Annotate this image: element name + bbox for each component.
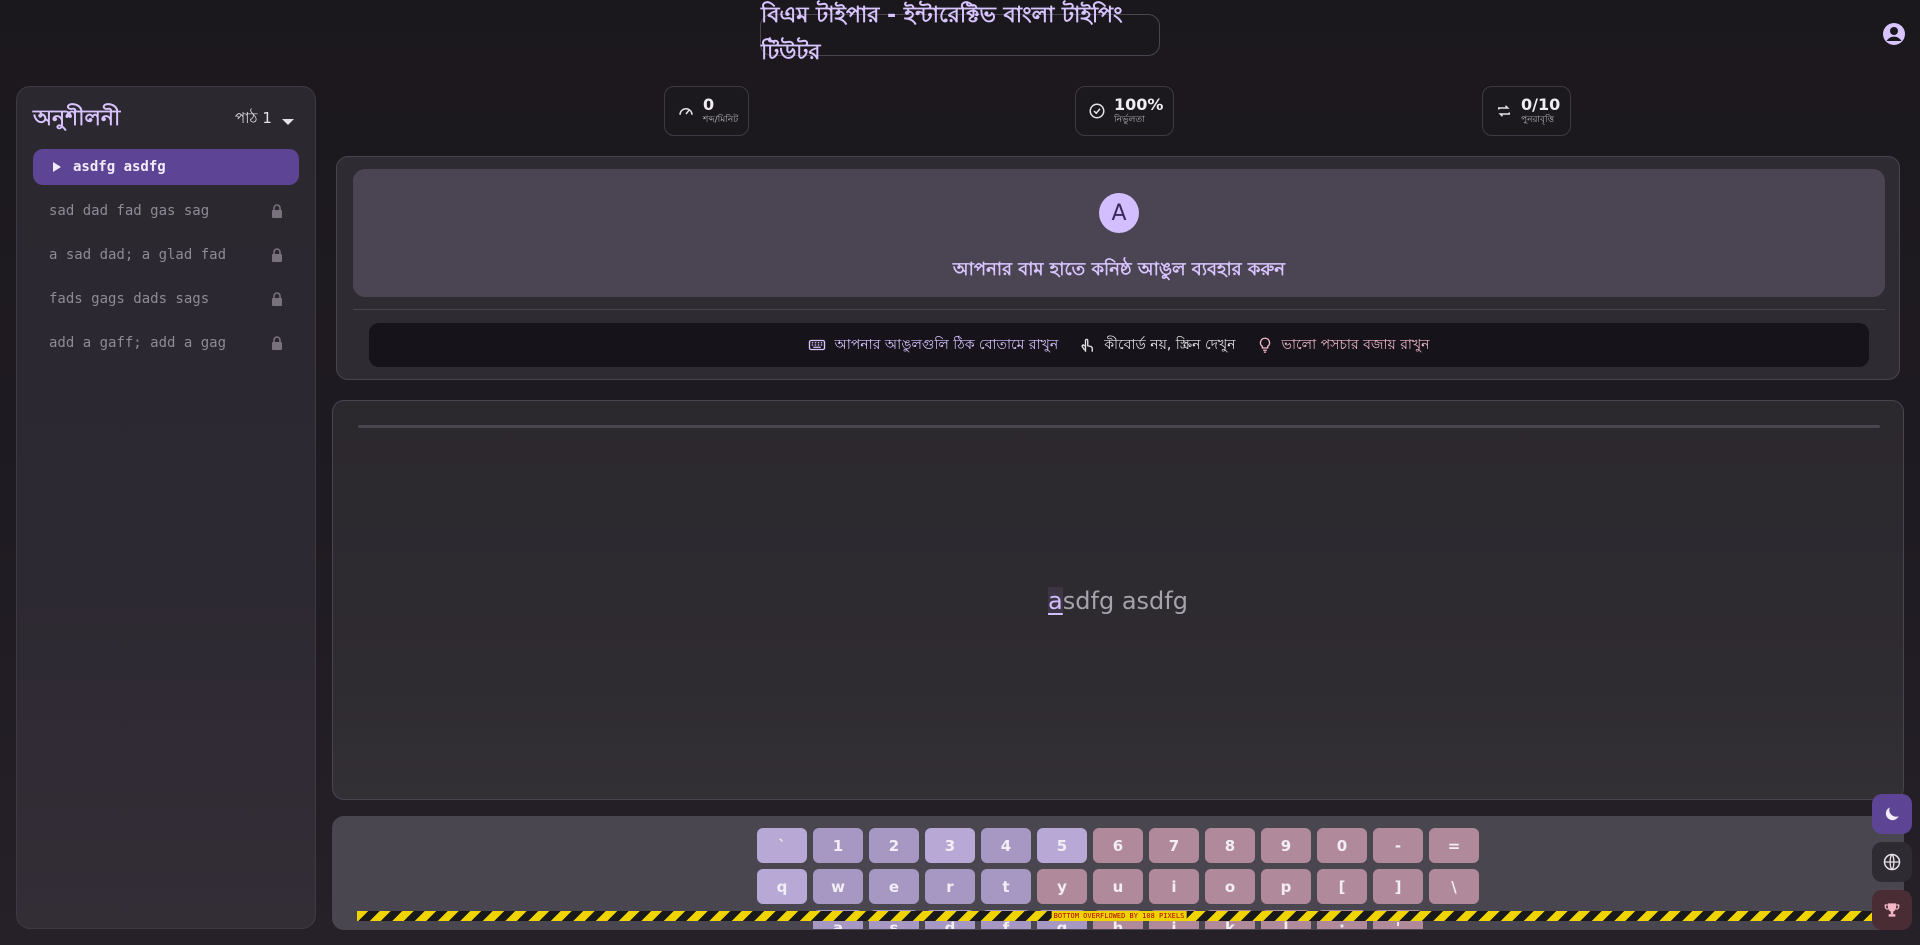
key[interactable]: 9	[1261, 828, 1311, 863]
achievements-button[interactable]	[1872, 890, 1912, 930]
key[interactable]: 7	[1149, 828, 1199, 863]
key[interactable]: =	[1429, 828, 1479, 863]
typing-area[interactable]: asdfg asdfg	[332, 400, 1904, 800]
key[interactable]: y	[1037, 869, 1087, 904]
key[interactable]: \	[1429, 869, 1479, 904]
speed-caption: শব্দ/মিনিট	[703, 115, 739, 125]
tip-item: ভালো পসচার বজায় রাখুন	[1256, 333, 1430, 357]
overflow-warning-text: BOTTOM OVERFLOWED BY 108 PIXELS	[1051, 911, 1187, 921]
tip-text: আপনার আঙুলগুলি ঠিক বোতামে রাখুন	[834, 337, 1059, 353]
key[interactable]: o	[1205, 869, 1255, 904]
sidebar-title: অনুশীলনী	[33, 106, 121, 131]
chevron-down-icon	[281, 118, 294, 125]
repeat-icon	[1498, 105, 1510, 117]
virtual-keyboard: ` 1 2 3 4 5 6 7 8 9 0- = q w e r t y u i o p[] \ a s d f g h j k l; ' …	[332, 816, 1904, 930]
key[interactable]: `	[757, 828, 807, 863]
exercise-label: a sad dad; a glad fad	[49, 247, 227, 263]
lightbulb-icon	[1259, 337, 1270, 353]
exercise-list: asdfg asdfg sad dad fad gas sag a sad da…	[33, 149, 299, 369]
lock-icon	[272, 336, 282, 350]
lesson-dropdown[interactable]: পাঠ 1	[235, 107, 294, 132]
key[interactable]: 4	[981, 828, 1031, 863]
touch-icon	[1081, 338, 1094, 352]
language-button[interactable]	[1872, 842, 1912, 882]
lock-icon	[272, 204, 282, 218]
overflow-warning-banner: BOTTOM OVERFLOWED BY 108 PIXELS	[357, 911, 1881, 921]
key[interactable]: 2	[869, 828, 919, 863]
key[interactable]: 1	[813, 828, 863, 863]
keyboard-icon	[809, 339, 826, 351]
play-icon	[53, 162, 61, 172]
key[interactable]: 6	[1093, 828, 1143, 863]
speed-stat: 0 শব্দ/মিনিট	[664, 86, 750, 136]
key[interactable]: r	[925, 869, 975, 904]
key[interactable]: 5	[1037, 828, 1087, 863]
tip-item: আপনার আঙুলগুলি ঠিক বোতামে রাখুন	[808, 333, 1058, 357]
key[interactable]: w	[813, 869, 863, 904]
typing-progress-bar	[358, 425, 1880, 428]
key[interactable]: ]	[1373, 869, 1423, 904]
exercise-item[interactable]: add a gaff; add a gag	[33, 325, 299, 361]
account-icon[interactable]	[1882, 22, 1906, 46]
exercise-label: add a gaff; add a gag	[49, 335, 227, 351]
current-character: a	[1048, 587, 1063, 615]
accuracy-value: 100%	[1114, 95, 1164, 114]
key[interactable]: q	[757, 869, 807, 904]
lesson-sidebar: অনুশীলনী পাঠ 1 asdfg asdfg sad dad fad g…	[16, 86, 316, 929]
key[interactable]: 0	[1317, 828, 1367, 863]
repeat-stat: 0/10 পুনরাবৃত্তি	[1482, 86, 1572, 136]
accuracy-stat: 100% নির্ভুলতা	[1075, 86, 1175, 136]
key[interactable]: -	[1373, 828, 1423, 863]
globe-icon	[1883, 853, 1901, 871]
key[interactable]: i	[1149, 869, 1199, 904]
exercise-label: sad dad fad gas sag	[49, 203, 210, 219]
tips-bar: আপনার আঙুলগুলি ঠিক বোতামে রাখুন কীবোর্ড …	[369, 323, 1869, 367]
lesson-dropdown-value: পাঠ 1	[235, 109, 272, 127]
key[interactable]: 3	[925, 828, 975, 863]
check-circle-icon	[1089, 103, 1105, 119]
key[interactable]: 8	[1205, 828, 1255, 863]
tip-text: কীবোর্ড নয়, স্ক্রিন দেখুন	[1104, 337, 1236, 353]
finger-instruction: আপনার বাম হাতে কনিষ্ঠ আঙুল ব্যবহার করুন	[952, 259, 1286, 280]
finger-guide-card: A আপনার বাম হাতে কনিষ্ঠ আঙুল ব্যবহার করু…	[336, 156, 1900, 380]
key[interactable]: p	[1261, 869, 1311, 904]
lock-icon	[272, 292, 282, 306]
accuracy-caption: নির্ভুলতা	[1114, 115, 1145, 125]
repeat-value: 0/10	[1521, 95, 1561, 114]
key[interactable]: e	[869, 869, 919, 904]
moon-icon	[1885, 807, 1899, 821]
trophy-icon	[1884, 903, 1900, 917]
exercise-label: asdfg asdfg	[73, 159, 166, 175]
key[interactable]: u	[1093, 869, 1143, 904]
key[interactable]: t	[981, 869, 1031, 904]
lock-icon	[272, 248, 282, 262]
exercise-label: fads gags dads sags	[49, 291, 210, 307]
exercise-item[interactable]: sad dad fad gas sag	[33, 193, 299, 229]
exercise-item[interactable]: fads gags dads sags	[33, 281, 299, 317]
tip-item: কীবোর্ড নয়, স্ক্রিন দেখুন	[1078, 333, 1236, 357]
exercise-item[interactable]: asdfg asdfg	[33, 149, 299, 185]
repeat-caption: পুনরাবৃত্তি	[1521, 115, 1555, 125]
speedometer-icon	[679, 108, 693, 115]
exercise-item[interactable]: a sad dad; a glad fad	[33, 237, 299, 273]
target-letter-badge: A	[1099, 193, 1139, 233]
app-title: বিএম টাইপার - ইন্টারেক্টিভ বাংলা টাইপিং …	[760, 3, 1160, 65]
keyboard-row-top: q w e r t y u i o p[] \	[757, 869, 1479, 904]
finger-hint-panel: A আপনার বাম হাতে কনিষ্ঠ আঙুল ব্যবহার করু…	[353, 169, 1885, 297]
practice-text: asdfg asdfg	[333, 587, 1903, 615]
key[interactable]: [	[1317, 869, 1367, 904]
keyboard-row-numbers: ` 1 2 3 4 5 6 7 8 9 0- =	[757, 828, 1479, 863]
divider	[353, 309, 1885, 310]
remaining-text: sdfg asdfg	[1062, 587, 1188, 615]
speed-value: 0	[703, 95, 715, 114]
theme-toggle-button[interactable]	[1872, 794, 1912, 834]
tip-text: ভালো পসচার বজায় রাখুন	[1281, 337, 1430, 353]
